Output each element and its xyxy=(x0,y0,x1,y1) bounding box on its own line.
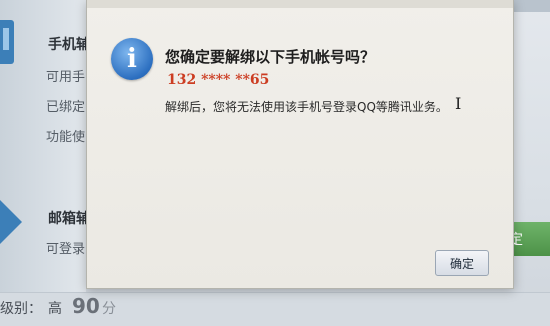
dialog-message: 解绑后，您将无法使用该手机号登录QQ等腾讯业务。 xyxy=(165,100,448,114)
text-cursor-icon: I xyxy=(455,94,462,113)
security-score-unit: 分 xyxy=(102,301,116,317)
unbind-confirm-dialog: i 您确定要解绑以下手机帐号吗？ 132 **** **65 解绑后，您将无法使… xyxy=(86,0,514,289)
confirm-button[interactable]: 确定 xyxy=(435,250,489,276)
email-section-title: 邮箱辅 xyxy=(48,211,90,227)
security-score-value: 90 xyxy=(72,294,100,318)
dialog-title: 您确定要解绑以下手机帐号吗？ xyxy=(165,48,376,66)
phone-section-title: 手机辅 xyxy=(48,37,90,53)
security-score-label: 级别： xyxy=(0,301,42,317)
email-section-line: 可登录 xyxy=(46,242,86,257)
security-score-level: 高 xyxy=(48,301,62,317)
phone-section-line-1: 可用手 xyxy=(46,70,86,85)
phone-section-line-2: 已绑定 xyxy=(46,100,86,115)
phone-icon xyxy=(0,20,14,64)
dialog-top-bar xyxy=(87,0,513,8)
info-icon: i xyxy=(111,38,153,80)
phone-number: 132 **** **65 xyxy=(167,72,270,88)
phone-section-line-3: 功能使 xyxy=(46,130,86,145)
